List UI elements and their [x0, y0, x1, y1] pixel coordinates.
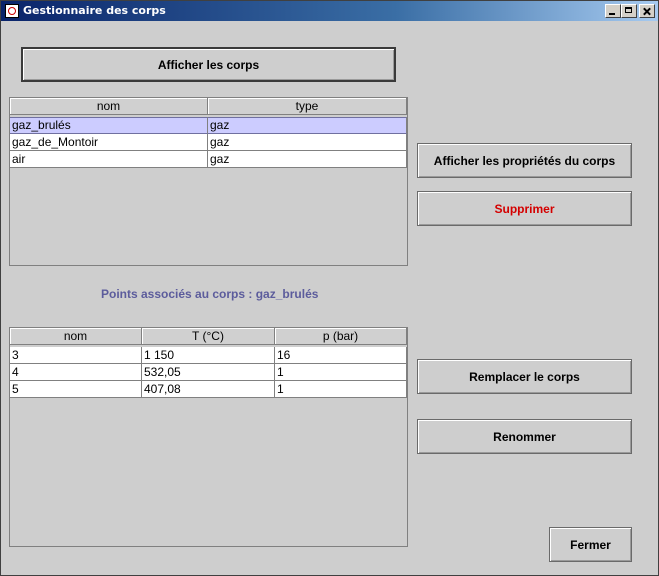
cell-type: gaz: [208, 134, 407, 151]
cell-nom: gaz_de_Montoir: [10, 134, 208, 151]
cell-pressure: 1: [275, 364, 407, 381]
column-header-temperature[interactable]: T (°C): [142, 328, 275, 345]
maximize-button[interactable]: [621, 4, 637, 18]
cell-type: gaz: [208, 151, 407, 168]
points-label: Points associés au corps : gaz_brulés: [101, 287, 319, 301]
close-window-button[interactable]: [639, 4, 655, 18]
table-row[interactable]: gaz_brulés gaz: [10, 117, 407, 134]
delete-button[interactable]: Supprimer: [417, 191, 632, 226]
column-header-pressure[interactable]: p (bar): [275, 328, 407, 345]
minimize-button[interactable]: [605, 4, 621, 18]
bodies-table: nom type gaz_brulés gaz gaz_de_Montoir g…: [9, 97, 408, 266]
rename-button[interactable]: Renommer: [417, 419, 632, 454]
cell-pressure: 1: [275, 381, 407, 398]
cell-temperature: 1 150: [142, 347, 275, 364]
show-bodies-button[interactable]: Afficher les corps: [21, 47, 396, 82]
close-button[interactable]: Fermer: [549, 527, 632, 562]
cell-pressure: 16: [275, 347, 407, 364]
cell-type: gaz: [208, 117, 407, 134]
table-row[interactable]: air gaz: [10, 151, 407, 168]
column-header-nom[interactable]: nom: [10, 98, 208, 115]
cell-nom: gaz_brulés: [10, 117, 208, 134]
bodies-table-header: nom type: [10, 98, 407, 115]
table-row[interactable]: 4 532,05 1: [10, 364, 407, 381]
table-row[interactable]: gaz_de_Montoir gaz: [10, 134, 407, 151]
show-properties-button[interactable]: Afficher les propriétés du corps: [417, 143, 632, 178]
window: Gestionnaire des corps Afficher les corp…: [0, 0, 659, 576]
table-row[interactable]: 5 407,08 1: [10, 381, 407, 398]
points-table-header: nom T (°C) p (bar): [10, 328, 407, 345]
cell-temperature: 407,08: [142, 381, 275, 398]
column-header-nom[interactable]: nom: [10, 328, 142, 345]
replace-body-button[interactable]: Remplacer le corps: [417, 359, 632, 394]
cell-nom: 4: [10, 364, 142, 381]
table-row[interactable]: 3 1 150 16: [10, 347, 407, 364]
cell-temperature: 532,05: [142, 364, 275, 381]
cell-nom: 5: [10, 381, 142, 398]
window-title: Gestionnaire des corps: [23, 4, 166, 17]
app-icon: [5, 4, 19, 18]
points-table: nom T (°C) p (bar) 3 1 150 16 4 532,05 1…: [9, 327, 408, 547]
column-header-type[interactable]: type: [208, 98, 407, 115]
cell-nom: 3: [10, 347, 142, 364]
cell-nom: air: [10, 151, 208, 168]
title-bar[interactable]: Gestionnaire des corps: [1, 1, 658, 21]
